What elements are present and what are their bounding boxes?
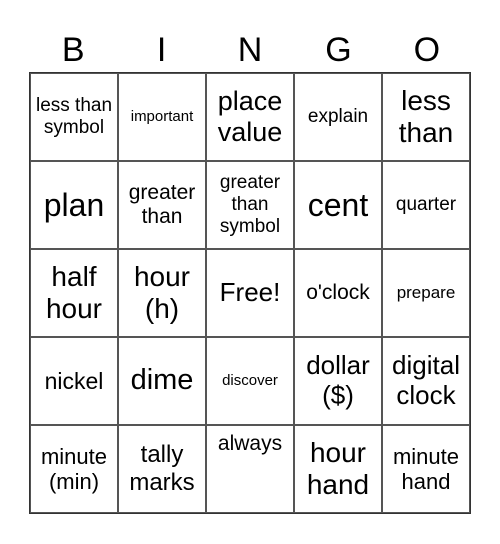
bingo-cell[interactable]: dollar ($) (294, 337, 382, 425)
bingo-cell[interactable]: minute (min) (30, 425, 118, 513)
bingo-cell[interactable]: discover (206, 337, 294, 425)
header-letter-i: I (156, 31, 167, 69)
bingo-cell[interactable]: important (118, 73, 206, 161)
bingo-cell[interactable]: place value (206, 73, 294, 161)
bingo-cell[interactable]: always (206, 425, 294, 513)
bingo-cell[interactable]: greater than symbol (206, 161, 294, 249)
bingo-cell[interactable]: hour (h) (118, 249, 206, 337)
bingo-cell[interactable]: quarter (382, 161, 470, 249)
bingo-cell[interactable]: o'clock (294, 249, 382, 337)
header-letter-o: O (413, 31, 441, 69)
bingo-cell[interactable]: nickel (30, 337, 118, 425)
bingo-cell[interactable]: minute hand (382, 425, 470, 513)
bingo-cell[interactable]: less than symbol (30, 73, 118, 161)
bingo-card: less than symbol important place value e… (29, 72, 471, 514)
header-letter-g: G (325, 31, 352, 69)
bingo-cell[interactable]: half hour (30, 249, 118, 337)
bingo-cell[interactable]: dime (118, 337, 206, 425)
bingo-cell[interactable]: plan (30, 161, 118, 249)
header-letter-n: N (237, 31, 263, 69)
free-space[interactable]: Free! (206, 249, 294, 337)
bingo-header: B I N G O (29, 30, 471, 70)
bingo-cell[interactable]: digital clock (382, 337, 470, 425)
bingo-cell[interactable]: explain (294, 73, 382, 161)
bingo-cell[interactable]: prepare (382, 249, 470, 337)
bingo-cell[interactable]: hour hand (294, 425, 382, 513)
bingo-cell[interactable]: cent (294, 161, 382, 249)
bingo-cell[interactable]: less than (382, 73, 470, 161)
bingo-cell[interactable]: greater than (118, 161, 206, 249)
header-letter-b: B (61, 31, 85, 69)
bingo-cell[interactable]: tally marks (118, 425, 206, 513)
